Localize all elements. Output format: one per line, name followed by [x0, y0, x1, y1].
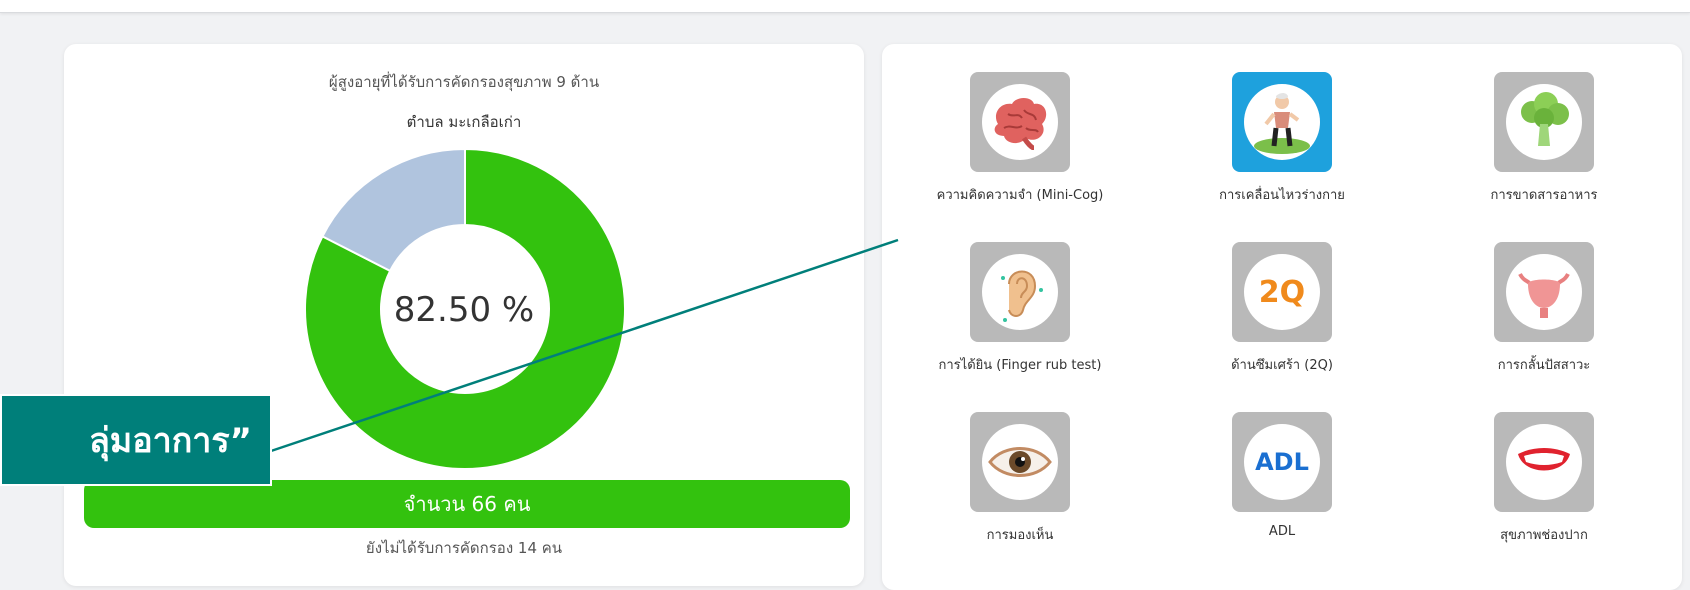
mouth-icon [1518, 448, 1570, 471]
category-mini-cog[interactable]: ความคิดความจำ (Mini-Cog) [890, 72, 1150, 205]
category-vision[interactable]: การมองเห็น [890, 412, 1150, 545]
category-icon-box[interactable] [1494, 412, 1594, 512]
category-depression-2q[interactable]: 2Q ด้านซึมเศร้า (2Q) [1152, 242, 1412, 375]
broccoli-icon [1521, 92, 1569, 146]
category-icon-box[interactable] [1494, 242, 1594, 342]
screening-categories-card: ความคิดความจำ (Mini-Cog) การเคลื่อนไหวร่… [882, 44, 1682, 590]
category-label: ADL [1268, 524, 1296, 539]
callout-box: ลุ่มอาการ” [0, 394, 272, 486]
category-hearing[interactable]: การได้ยิน (Finger rub test) [890, 242, 1150, 375]
category-adl[interactable]: ADL ADL [1152, 412, 1412, 539]
percent-screened-label: 82.50 % [393, 290, 535, 330]
category-label: ความคิดความจำ (Mini-Cog) [936, 188, 1104, 203]
top-bar [0, 0, 1690, 13]
category-label: ด้านซึมเศร้า (2Q) [1231, 358, 1333, 373]
adl-icon: ADL [1255, 448, 1309, 476]
category-incontinence[interactable]: การกลั้นปัสสาวะ [1414, 242, 1674, 375]
bladder-icon [1518, 273, 1570, 318]
category-icon-box[interactable] [1232, 72, 1332, 172]
category-label: สุขภาพช่องปาก [1500, 528, 1588, 543]
category-label: การเคลื่อนไหวร่างกาย [1219, 188, 1345, 203]
callout-text: ลุ่มอาการ” [88, 421, 252, 461]
brain-icon [994, 98, 1047, 150]
2q-icon: 2Q [1258, 274, 1306, 310]
elderly-walking-icon [1254, 93, 1310, 154]
not-screened-label: ยังไม่ได้รับการคัดกรอง 14 คน [365, 539, 563, 557]
category-icon-box[interactable] [970, 72, 1070, 172]
category-label: การขาดสารอาหาร [1490, 188, 1598, 203]
ear-icon [1001, 270, 1043, 322]
category-label: การกลั้นปัสสาวะ [1497, 358, 1591, 373]
screened-count-bar[interactable]: จำนวน 66 คน [84, 480, 850, 528]
screening-summary-card: ผู้สูงอายุที่ได้รับการคัดกรองสุขภาพ 9 ด้… [64, 44, 864, 586]
eye-icon [988, 447, 1052, 477]
category-icon-box[interactable] [970, 412, 1070, 512]
category-nutrition[interactable]: การขาดสารอาหาร [1414, 72, 1674, 205]
screened-count-label: จำนวน 66 คน [403, 492, 531, 516]
category-label: การมองเห็น [986, 528, 1054, 543]
category-label: การได้ยิน (Finger rub test) [938, 358, 1102, 373]
category-oral-health[interactable]: สุขภาพช่องปาก [1414, 412, 1674, 545]
category-movement[interactable]: การเคลื่อนไหวร่างกาย [1152, 72, 1412, 205]
category-icon-box[interactable] [970, 242, 1070, 342]
category-icon-box[interactable]: 2Q [1232, 242, 1332, 342]
category-icon-box[interactable]: ADL [1232, 412, 1332, 512]
category-icon-box[interactable] [1494, 72, 1594, 172]
